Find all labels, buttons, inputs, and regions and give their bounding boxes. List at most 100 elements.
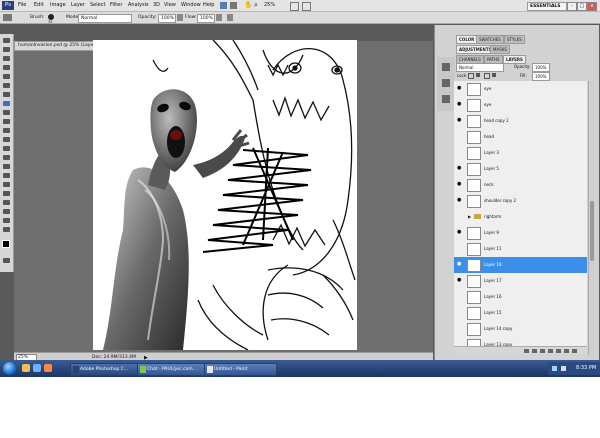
pressure-size-icon[interactable] (227, 14, 233, 21)
mode-select[interactable]: Normal (78, 14, 132, 23)
layer-row[interactable]: ● head copy 2 (454, 113, 587, 130)
layers-scroll-thumb[interactable] (590, 201, 594, 261)
hidden-eye-slot[interactable] (457, 294, 462, 299)
eye-icon[interactable]: ● (457, 262, 462, 267)
clock[interactable]: 8:33 PM (576, 365, 596, 371)
hidden-eye-slot[interactable] (457, 214, 462, 219)
quick-select-tool-icon[interactable] (3, 65, 10, 70)
layer-row[interactable]: ● Layer 17 (454, 273, 587, 290)
layer-row[interactable]: Layer 14 copy (454, 321, 587, 338)
volume-icon[interactable] (561, 366, 566, 371)
layer-row[interactable]: Layer 3 (454, 145, 587, 162)
menu-image[interactable]: Image (50, 2, 66, 8)
workspace-switcher[interactable]: ESSENTIALS (527, 2, 567, 11)
tab-layers[interactable]: LAYERS (503, 55, 526, 64)
hidden-eye-slot[interactable] (457, 150, 462, 155)
taskbar-chat[interactable]: Chat - PAUL(jec.com... (137, 363, 210, 376)
pressure-opacity-icon[interactable] (177, 14, 183, 21)
delete-layer-icon[interactable] (572, 349, 577, 353)
layer-style-icon[interactable] (532, 349, 537, 353)
foreground-color-swatch[interactable] (2, 240, 10, 248)
healing-tool-icon[interactable] (3, 92, 10, 97)
lock-all-icon[interactable] (492, 73, 496, 77)
tab-styles[interactable]: STYLES (504, 35, 525, 44)
eyedropper-tool-icon[interactable] (3, 83, 10, 88)
adjustment-layer-icon[interactable] (548, 349, 553, 353)
network-icon[interactable] (552, 366, 557, 371)
history-brush-tool-icon[interactable] (3, 119, 10, 124)
layer-row[interactable]: ● eye (454, 97, 587, 114)
layers-scrollbar[interactable] (588, 81, 595, 355)
layer-row[interactable]: ● shoulder copy 2 (454, 193, 587, 210)
launch-minibridge-icon[interactable] (230, 2, 237, 9)
explorer-icon[interactable] (22, 364, 30, 372)
eye-icon[interactable]: ● (457, 102, 462, 107)
eye-icon[interactable]: ● (457, 278, 462, 283)
tab-swatches[interactable]: SWATCHES (476, 35, 504, 44)
expand-arrow-icon[interactable]: ▶ (468, 214, 471, 219)
menu-window[interactable]: Window (181, 2, 201, 8)
blur-tool-icon[interactable] (3, 146, 10, 151)
lock-position-icon[interactable] (484, 73, 490, 79)
eye-icon[interactable]: ● (457, 182, 462, 187)
start-button[interactable] (3, 362, 16, 375)
layer-row[interactable]: ● Layer 5 (454, 161, 587, 178)
hand-icon[interactable]: ✋ (244, 1, 253, 9)
menu-filter[interactable]: Filter (110, 2, 122, 8)
3d-orbit-tool-icon[interactable] (3, 209, 10, 214)
clone-stamp-tool-icon[interactable] (3, 110, 10, 115)
eye-icon[interactable]: ● (457, 86, 462, 91)
gradient-tool-icon[interactable] (3, 137, 10, 142)
show-desktop-icon[interactable] (33, 364, 41, 372)
layer-row[interactable]: Layer 15 (454, 305, 587, 322)
menu-help[interactable]: Help (203, 2, 214, 8)
menu-layer[interactable]: Layer (71, 2, 85, 8)
fill-input[interactable]: 100% (532, 72, 550, 81)
path-select-tool-icon[interactable] (3, 182, 10, 187)
menu-edit[interactable]: Edit (34, 2, 44, 8)
type-tool-icon[interactable] (3, 173, 10, 178)
menu-view[interactable]: View (164, 2, 176, 8)
brush-tool-icon[interactable] (3, 14, 12, 21)
link-layers-icon[interactable] (524, 349, 529, 353)
tab-masks[interactable]: MASKS (490, 45, 510, 54)
lock-pixels-icon[interactable] (476, 73, 480, 77)
blend-mode-select[interactable]: Normal (456, 63, 504, 72)
lasso-tool-icon[interactable] (3, 56, 10, 61)
menu-analysis[interactable]: Analysis (128, 2, 149, 8)
layer-row[interactable]: ● Layer 18 (454, 257, 587, 274)
layer-row[interactable]: Layer 11 (454, 241, 587, 258)
menubar-zoom-level[interactable]: 25% (264, 2, 275, 8)
eye-icon[interactable]: ● (457, 166, 462, 171)
add-mask-icon[interactable] (540, 349, 545, 353)
close-button[interactable]: x (587, 2, 597, 11)
airbrush-icon[interactable] (216, 14, 222, 21)
layer-row[interactable]: ▶ rightarm (454, 209, 587, 226)
eraser-tool-icon[interactable] (3, 128, 10, 133)
layer-row[interactable]: ● Layer 9 (454, 225, 587, 242)
menu-select[interactable]: Select (90, 2, 105, 8)
flow-input[interactable]: 100% (197, 14, 215, 23)
arrange-documents-icon[interactable] (290, 2, 299, 11)
dodge-tool-icon[interactable] (3, 155, 10, 160)
taskbar-photoshop[interactable]: Adobe Photoshop C... (70, 363, 143, 376)
menu-file[interactable]: File (18, 2, 26, 8)
tab-color[interactable]: COLOR (456, 35, 478, 44)
opacity-input[interactable]: 100% (158, 14, 176, 23)
launch-bridge-icon[interactable] (220, 2, 227, 9)
marquee-tool-icon[interactable] (3, 47, 10, 52)
eye-icon[interactable]: ● (457, 230, 462, 235)
zoom-tool-icon[interactable]: ⌕ (254, 1, 258, 10)
eye-icon[interactable]: ● (457, 118, 462, 123)
hand-tool-icon[interactable] (3, 218, 10, 223)
hidden-eye-slot[interactable] (457, 134, 462, 139)
canvas[interactable] (93, 40, 357, 350)
brushes-panel-icon[interactable] (442, 95, 450, 103)
hidden-eye-slot[interactable] (457, 310, 462, 315)
pen-tool-icon[interactable] (3, 164, 10, 169)
menu-3d[interactable]: 3D (153, 2, 160, 8)
layer-row[interactable]: Layer 16 (454, 289, 587, 306)
layer-row[interactable]: head (454, 129, 587, 146)
new-layer-icon[interactable] (564, 349, 569, 353)
layers-opacity-input[interactable]: 100% (532, 63, 550, 72)
